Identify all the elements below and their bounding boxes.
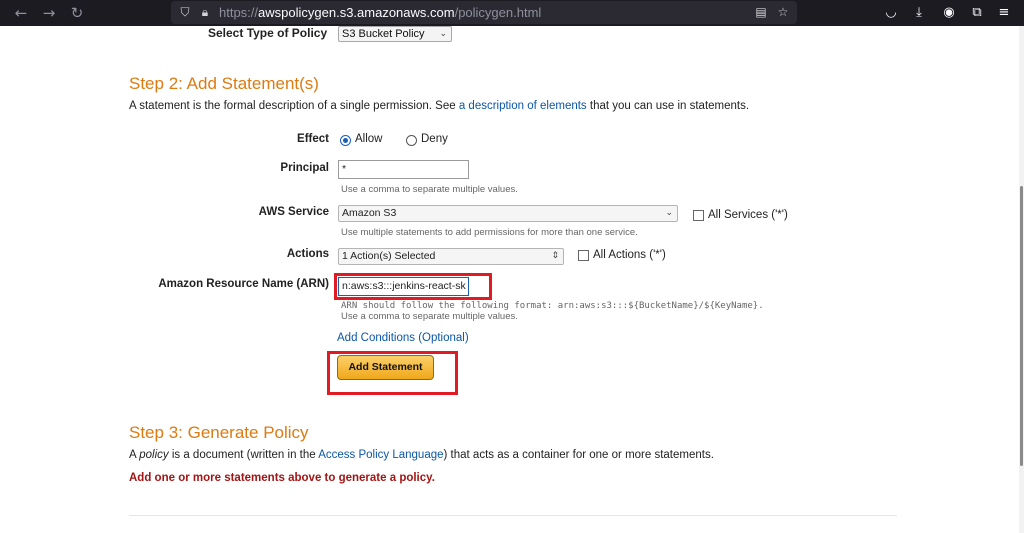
step2-desc-before: A statement is the formal description of… (129, 100, 459, 112)
chevron-updown-icon: ⇕ (551, 251, 559, 261)
reload-icon[interactable]: ↻ (68, 4, 86, 22)
extensions-icon[interactable]: ⧉ (968, 4, 986, 22)
section-divider (129, 515, 897, 516)
generate-policy-error: Add one or more statements above to gene… (129, 472, 435, 484)
aws-service-select[interactable]: Amazon S3 ⌄ (338, 205, 678, 222)
aws-service-hint: Use multiple statements to add permissio… (341, 227, 638, 238)
access-policy-language-link[interactable]: Access Policy Language (318, 449, 443, 461)
arrow-left-icon[interactable]: ← (12, 4, 30, 22)
hamburger-icon[interactable]: ≡ (995, 4, 1013, 22)
url-host: awspolicygen.s3.amazonaws.com (258, 5, 455, 20)
aws-service-label: AWS Service (258, 206, 329, 218)
account-icon[interactable]: ◉ (940, 4, 958, 22)
reader-view-icon[interactable]: ▤ (753, 4, 769, 20)
address-bar[interactable]: ⛉ 🔒︎ https://awspolicygen.s3.amazonaws.c… (171, 1, 797, 24)
chevron-down-icon: ⌄ (665, 208, 673, 218)
chevron-down-icon: ⌄ (439, 29, 447, 39)
actions-label: Actions (286, 248, 329, 260)
lock-icon[interactable]: 🔒︎ (197, 4, 213, 20)
arn-format-hint: ARN should follow the following format: … (341, 301, 764, 311)
arrow-right-icon[interactable]: → (40, 4, 58, 22)
all-services-checkbox[interactable] (693, 210, 704, 221)
aws-service-value: Amazon S3 (342, 207, 397, 219)
policy-type-select[interactable]: S3 Bucket Policy ⌄ (338, 26, 452, 42)
effect-allow-radio[interactable] (340, 135, 351, 146)
effect-allow-label[interactable]: Allow (355, 133, 382, 145)
step3-desc-post: ) that acts as a container for one or mo… (443, 449, 714, 461)
policy-type-value: S3 Bucket Policy (342, 28, 425, 40)
effect-deny-radio[interactable] (406, 135, 417, 146)
arn-label: Amazon Resource Name (ARN) (158, 278, 329, 290)
step3-description: A policy is a document (written in the A… (129, 449, 714, 461)
step2-desc-after: that you can use in statements. (586, 100, 750, 112)
arn-comma-hint: Use a comma to separate multiple values. (341, 311, 518, 322)
url-text[interactable]: https://awspolicygen.s3.amazonaws.com/po… (219, 5, 541, 20)
tracking-shield-icon[interactable]: ⛉ (177, 4, 193, 20)
elements-description-link[interactable]: a description of elements (459, 100, 587, 112)
step3-desc-mid: is a document (written in the (168, 449, 319, 461)
step2-description: A statement is the formal description of… (129, 100, 749, 112)
principal-label: Principal (280, 162, 329, 174)
all-actions-label[interactable]: All Actions ('*') (593, 249, 666, 261)
effect-label: Effect (297, 133, 329, 145)
step3-heading: Step 3: Generate Policy (129, 423, 309, 442)
actions-value: 1 Action(s) Selected (342, 250, 436, 262)
effect-deny-label[interactable]: Deny (421, 133, 448, 145)
url-scheme: https:// (219, 5, 259, 20)
step3-desc-policy: policy (139, 449, 169, 461)
star-icon[interactable]: ☆ (775, 4, 791, 20)
principal-input[interactable]: * (338, 160, 469, 179)
scrollbar-thumb[interactable] (1020, 186, 1023, 466)
add-conditions-link[interactable]: Add Conditions (Optional) (337, 332, 469, 344)
pocket-icon[interactable]: ◡ (882, 4, 900, 22)
url-path: /policygen.html (454, 5, 542, 20)
page-content: Select Type of Policy S3 Bucket Policy ⌄ … (0, 26, 1024, 533)
all-actions-checkbox[interactable] (578, 250, 589, 261)
select-type-label: Select Type of Policy (208, 26, 328, 40)
browser-toolbar: ← → ↻ ⛉ 🔒︎ https://awspolicygen.s3.amazo… (0, 0, 1024, 26)
step2-heading: Step 2: Add Statement(s) (129, 74, 319, 93)
page-scrollbar[interactable] (1019, 26, 1024, 533)
principal-hint: Use a comma to separate multiple values. (341, 184, 518, 195)
all-services-label[interactable]: All Services ('*') (708, 209, 788, 221)
step3-desc-pre: A (129, 449, 140, 461)
arn-highlight-box (334, 273, 492, 300)
download-icon[interactable]: ⤓ (910, 4, 928, 22)
actions-select[interactable]: 1 Action(s) Selected ⇕ (338, 248, 564, 265)
add-statement-highlight-box (327, 351, 458, 395)
